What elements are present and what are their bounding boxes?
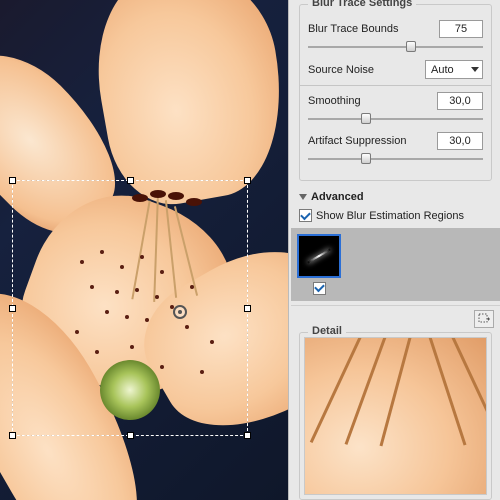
resize-handle-sw[interactable]: [9, 432, 16, 439]
blur-trace-group: Blur Trace Settings Blur Trace Bounds 75…: [299, 4, 492, 181]
selection-marquee[interactable]: [12, 180, 248, 436]
chevron-down-icon: [471, 67, 479, 72]
add-region-button[interactable]: [474, 310, 494, 328]
detail-section: Detail: [299, 340, 492, 500]
detail-preview[interactable]: [304, 337, 487, 496]
blur-trace-bounds-value[interactable]: 75: [439, 20, 483, 38]
thumbnail-checkbox-wrap: [313, 281, 494, 295]
add-region-icon: [478, 313, 490, 325]
artifact-suppression-row: Artifact Suppression 30,0: [308, 132, 483, 150]
resize-handle-nw[interactable]: [9, 177, 16, 184]
triangle-down-icon: [299, 194, 307, 200]
source-noise-value: Auto: [431, 64, 454, 76]
source-noise-row: Source Noise Auto: [308, 60, 483, 79]
source-noise-label: Source Noise: [308, 64, 425, 76]
slider-thumb[interactable]: [406, 41, 416, 52]
resize-handle-ne[interactable]: [244, 177, 251, 184]
blur-trace-thumbstrip: [291, 228, 500, 301]
blur-trace-bounds-row: Blur Trace Bounds 75: [308, 20, 483, 38]
resize-handle-n[interactable]: [127, 177, 134, 184]
advanced-disclosure[interactable]: Advanced: [299, 189, 492, 205]
smoothing-label: Smoothing: [308, 95, 437, 107]
group-legend: Blur Trace Settings: [308, 0, 416, 9]
show-regions-row[interactable]: Show Blur Estimation Regions: [299, 209, 492, 222]
slider-thumb[interactable]: [361, 153, 371, 164]
image-canvas[interactable]: [0, 0, 288, 500]
resize-handle-se[interactable]: [244, 432, 251, 439]
separator: [300, 85, 491, 86]
resize-handle-w[interactable]: [9, 305, 16, 312]
advanced-title: Advanced: [311, 191, 364, 203]
blur-trace-bounds-label: Blur Trace Bounds: [308, 23, 439, 35]
source-noise-dropdown[interactable]: Auto: [425, 60, 483, 79]
detail-group: Detail: [299, 332, 492, 500]
show-regions-label: Show Blur Estimation Regions: [316, 210, 464, 222]
artifact-suppression-slider[interactable]: [308, 152, 483, 166]
smoothing-row: Smoothing 30,0: [308, 92, 483, 110]
artifact-suppression-label: Artifact Suppression: [308, 135, 437, 147]
show-regions-checkbox[interactable]: [299, 209, 312, 222]
blur-streak-icon: [307, 249, 331, 264]
smoothing-slider[interactable]: [308, 112, 483, 126]
advanced-section: Advanced Show Blur Estimation Regions: [299, 189, 492, 332]
smoothing-value[interactable]: 30,0: [437, 92, 483, 110]
thumbnail-checkbox[interactable]: [313, 282, 326, 295]
preview-image: [305, 338, 486, 495]
resize-handle-e[interactable]: [244, 305, 251, 312]
blur-trace-thumbnail[interactable]: [297, 234, 341, 278]
blur-trace-bounds-slider[interactable]: [308, 40, 483, 54]
slider-thumb[interactable]: [361, 113, 371, 124]
resize-handle-s[interactable]: [127, 432, 134, 439]
detail-legend: Detail: [308, 325, 346, 337]
artifact-suppression-value[interactable]: 30,0: [437, 132, 483, 150]
settings-panel: Blur Trace Settings Blur Trace Bounds 75…: [288, 0, 500, 500]
blur-center-pin[interactable]: [173, 305, 187, 319]
